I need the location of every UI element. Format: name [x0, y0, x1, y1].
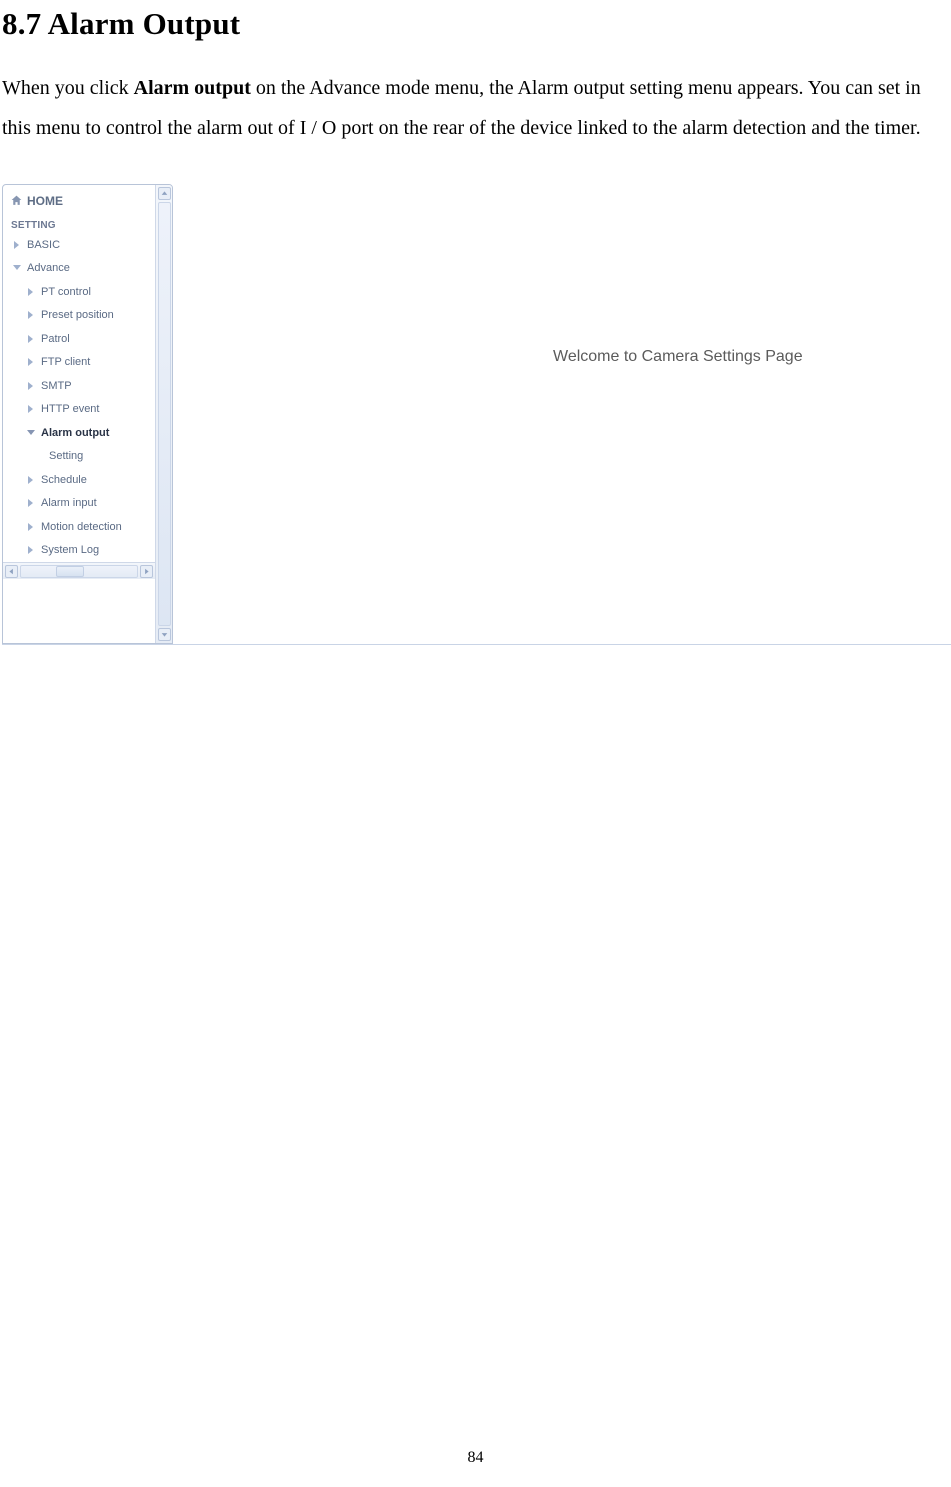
- chevron-down-icon: [11, 263, 22, 274]
- scroll-up-icon[interactable]: [158, 187, 171, 200]
- welcome-text: Welcome to Camera Settings Page: [553, 348, 803, 366]
- chevron-right-icon: [25, 498, 36, 509]
- nav-item-pt-control[interactable]: PT control: [5, 280, 155, 304]
- chevron-right-icon: [11, 239, 22, 250]
- nav-item-label: Setting: [49, 450, 83, 462]
- chevron-right-icon: [25, 474, 36, 485]
- sidebar: HOME SETTING BASIC: [2, 184, 173, 644]
- chevron-right-icon: [25, 545, 36, 556]
- nav-item-alarm-output[interactable]: Alarm output: [5, 421, 155, 445]
- nav-advance-label: Advance: [27, 262, 70, 274]
- nav-basic-label: BASIC: [27, 239, 60, 251]
- body-paragraph: When you click Alarm output on the Advan…: [2, 68, 949, 148]
- scroll-down-icon[interactable]: [158, 628, 171, 641]
- sidebar-vscrollbar[interactable]: [155, 185, 172, 643]
- chevron-down-icon: [25, 427, 36, 438]
- body-pre: When you click: [2, 77, 134, 99]
- nav-item-schedule[interactable]: Schedule: [5, 468, 155, 492]
- nav-item-label: Schedule: [41, 474, 87, 486]
- settings-screenshot: HOME SETTING BASIC: [2, 184, 951, 645]
- nav-group-setting: SETTING: [5, 212, 155, 233]
- nav-item-ftp-client[interactable]: FTP client: [5, 351, 155, 375]
- nav-item-motion-detection[interactable]: Motion detection: [5, 515, 155, 539]
- scroll-track[interactable]: [20, 565, 138, 578]
- nav-item-preset-position[interactable]: Preset position: [5, 304, 155, 328]
- section-title: 8.7 Alarm Output: [2, 6, 949, 42]
- chevron-right-icon: [25, 380, 36, 391]
- nav-item-label: PT control: [41, 286, 91, 298]
- nav-tree: HOME SETTING BASIC: [3, 185, 155, 562]
- nav-item-label: Preset position: [41, 309, 114, 321]
- nav-basic[interactable]: BASIC: [5, 233, 155, 257]
- nav-item-alarm-input[interactable]: Alarm input: [5, 492, 155, 516]
- nav-item-patrol[interactable]: Patrol: [5, 327, 155, 351]
- chevron-right-icon: [25, 357, 36, 368]
- scroll-left-icon[interactable]: [5, 565, 18, 578]
- chevron-right-icon: [25, 310, 36, 321]
- body-bold: Alarm output: [134, 77, 251, 99]
- nav-item-label: System Log: [41, 544, 99, 556]
- chevron-right-icon: [25, 286, 36, 297]
- chevron-right-icon: [25, 404, 36, 415]
- nav-home[interactable]: HOME: [5, 189, 155, 212]
- scroll-thumb[interactable]: [158, 202, 171, 626]
- scroll-right-icon[interactable]: [140, 565, 153, 578]
- nav-item-label: FTP client: [41, 356, 90, 368]
- content-pane: Welcome to Camera Settings Page: [173, 184, 951, 644]
- scroll-thumb[interactable]: [56, 566, 84, 577]
- nav-item-label: Alarm output: [41, 427, 109, 439]
- nav-item-label: Alarm input: [41, 497, 97, 509]
- nav-item-label: HTTP event: [41, 403, 100, 415]
- nav-home-label: HOME: [27, 194, 63, 208]
- nav-item-alarm-output-setting[interactable]: Setting: [5, 445, 155, 469]
- nav-item-http-event[interactable]: HTTP event: [5, 398, 155, 422]
- home-icon: [9, 194, 23, 208]
- nav-item-label: SMTP: [41, 380, 72, 392]
- sidebar-hscrollbar[interactable]: [3, 562, 155, 579]
- nav-item-label: Patrol: [41, 333, 70, 345]
- nav-advance[interactable]: Advance: [5, 257, 155, 281]
- nav-item-system-log[interactable]: System Log: [5, 539, 155, 563]
- nav-item-smtp[interactable]: SMTP: [5, 374, 155, 398]
- nav-item-label: Motion detection: [41, 521, 122, 533]
- page-number: 84: [0, 1449, 951, 1467]
- chevron-right-icon: [25, 333, 36, 344]
- chevron-right-icon: [25, 521, 36, 532]
